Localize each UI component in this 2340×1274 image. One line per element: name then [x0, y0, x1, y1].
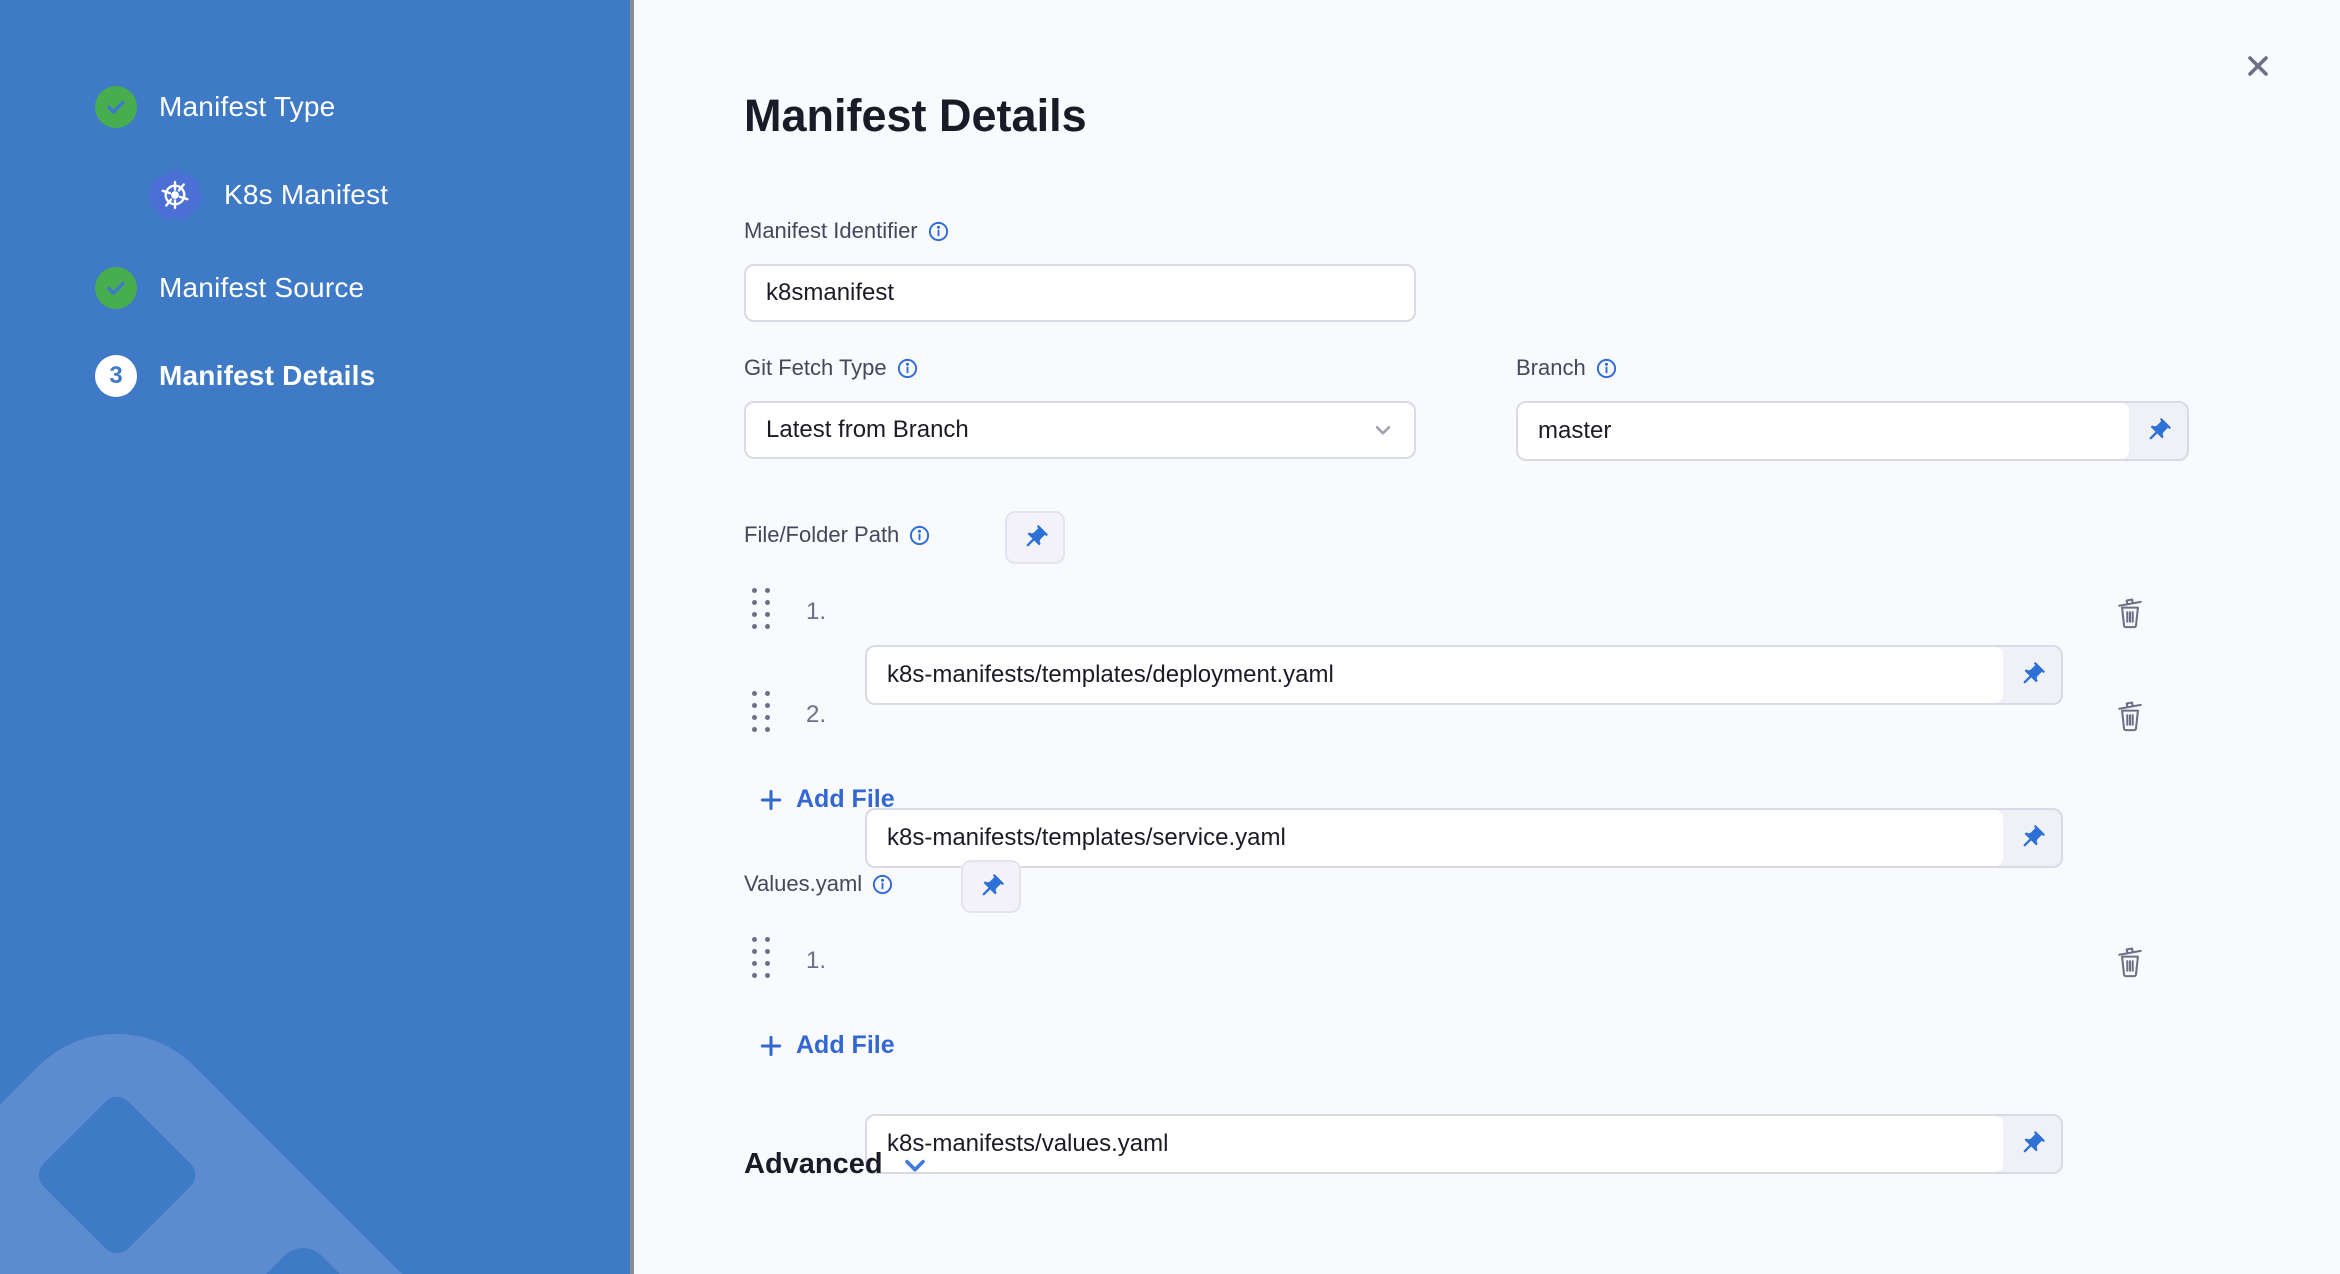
- file-path-input[interactable]: [867, 810, 2003, 866]
- page-title: Manifest Details: [744, 90, 1087, 141]
- step-label: Manifest Details: [159, 360, 376, 391]
- trash-icon: [2118, 701, 2142, 732]
- step-number-badge: 3: [95, 355, 137, 397]
- values-path-pin-toggle[interactable]: [2003, 1116, 2061, 1172]
- manifest-wizard-dialog: Manifest Type K8s Manifest Manifest Sour…: [0, 0, 2340, 1274]
- row-number: 1.: [806, 947, 827, 974]
- drag-handle[interactable]: [752, 691, 771, 732]
- add-file-label: Add File: [796, 1031, 895, 1059]
- step-complete-check-icon: [95, 267, 137, 309]
- selected-option: Latest from Branch: [766, 416, 969, 443]
- label-text: Git Fetch Type: [744, 355, 887, 380]
- label-text: Values.yaml: [744, 871, 863, 896]
- trash-icon: [2118, 947, 2142, 978]
- delete-values-path-button[interactable]: [2111, 943, 2149, 984]
- manifest-type-label: K8s Manifest: [224, 179, 389, 210]
- values-yaml-pin-button[interactable]: [961, 860, 1021, 913]
- values-yaml-label: Values.yaml: [744, 871, 894, 897]
- pin-icon: [1026, 524, 1048, 546]
- advanced-section-toggle[interactable]: Advanced: [744, 1148, 931, 1181]
- manifest-details-panel: Manifest Details Manifest Identifier Git…: [634, 0, 2340, 1274]
- delete-file-path-button[interactable]: [2111, 594, 2149, 635]
- label-text: Manifest Identifier: [744, 218, 918, 243]
- add-values-file-button[interactable]: Add File: [758, 1031, 895, 1060]
- plus-icon: [760, 1035, 782, 1056]
- chevron-down-icon: [1375, 425, 1391, 435]
- file-path-input[interactable]: [867, 647, 2003, 703]
- info-icon[interactable]: [927, 220, 950, 243]
- pin-icon: [2149, 418, 2171, 440]
- row-number: 1.: [806, 598, 827, 625]
- add-file-label: Add File: [796, 785, 895, 813]
- file-folder-path-label: File/Folder Path: [744, 522, 931, 548]
- label-text: Branch: [1516, 355, 1586, 380]
- pin-icon: [2023, 825, 2045, 847]
- pin-icon: [2023, 1131, 2045, 1153]
- step-label: Manifest Type: [159, 91, 336, 122]
- add-file-button[interactable]: Add File: [758, 785, 895, 814]
- plus-icon: [760, 789, 782, 810]
- manifest-identifier-label: Manifest Identifier: [744, 218, 950, 244]
- advanced-label: Advanced: [744, 1148, 883, 1180]
- chevron-down-icon: [904, 1159, 925, 1171]
- row-number: 2.: [806, 701, 827, 728]
- step-label: Manifest Source: [159, 272, 365, 303]
- drag-handle[interactable]: [752, 937, 771, 978]
- label-text: File/Folder Path: [744, 522, 900, 547]
- branch-pin-toggle[interactable]: [2129, 403, 2187, 459]
- delete-file-path-button[interactable]: [2111, 697, 2149, 738]
- file-folder-path-pin-button[interactable]: [1005, 511, 1065, 564]
- values-path-input[interactable]: [867, 1116, 2003, 1172]
- wizard-sidebar: Manifest Type K8s Manifest Manifest Sour…: [0, 0, 630, 1274]
- file-path-row: [865, 645, 2063, 705]
- drag-handle[interactable]: [752, 588, 771, 629]
- branch-field: [1516, 401, 2189, 461]
- pin-icon: [2023, 662, 2045, 684]
- file-path-pin-toggle[interactable]: [2003, 810, 2061, 866]
- branch-input[interactable]: [1518, 403, 2129, 459]
- close-icon: [2248, 56, 2268, 76]
- sidebar-step-manifest-source[interactable]: Manifest Source: [95, 267, 364, 309]
- step-complete-check-icon: [95, 86, 137, 128]
- info-icon[interactable]: [871, 873, 894, 896]
- file-path-row: [865, 808, 2063, 868]
- values-path-row: [865, 1114, 2063, 1174]
- info-icon[interactable]: [1595, 357, 1618, 380]
- info-icon[interactable]: [908, 524, 931, 547]
- close-button[interactable]: [2236, 44, 2280, 88]
- git-fetch-type-select[interactable]: Latest from Branch: [744, 401, 1416, 459]
- kubernetes-icon: [148, 170, 202, 219]
- branch-label: Branch: [1516, 355, 1618, 381]
- manifest-identifier-input[interactable]: [744, 264, 1416, 322]
- sidebar-item-k8s-manifest[interactable]: K8s Manifest: [148, 170, 388, 220]
- git-fetch-type-label: Git Fetch Type: [744, 355, 919, 381]
- sidebar-step-manifest-details[interactable]: 3 Manifest Details: [95, 355, 375, 397]
- file-path-pin-toggle[interactable]: [2003, 647, 2061, 703]
- trash-icon: [2118, 598, 2142, 629]
- info-icon[interactable]: [896, 357, 919, 380]
- pin-icon: [982, 873, 1004, 895]
- sidebar-step-manifest-type[interactable]: Manifest Type: [95, 86, 335, 128]
